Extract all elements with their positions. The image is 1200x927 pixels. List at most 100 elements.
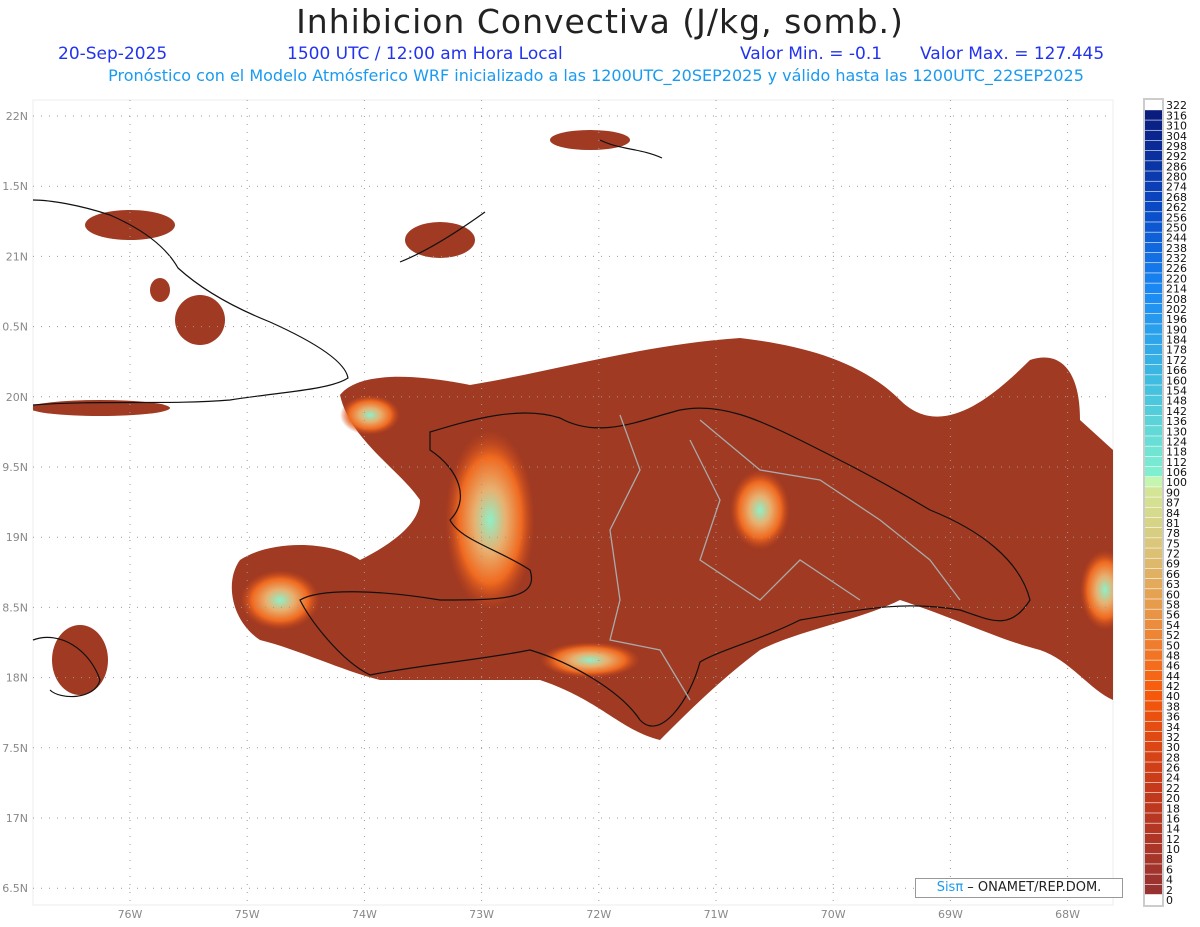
colorbar-cell — [1145, 364, 1162, 375]
colorbar-cell — [1145, 833, 1162, 844]
sis-logo: Sisπ — [936, 880, 964, 895]
lat-label: 22N — [6, 110, 28, 123]
colorbar-cell — [1145, 171, 1162, 181]
colorbar-cell — [1145, 874, 1162, 885]
colorbar-cell — [1145, 466, 1162, 477]
colorbar-cell — [1145, 568, 1162, 579]
lat-label: 17N — [6, 812, 28, 825]
colorbar-cell — [1145, 578, 1162, 589]
cin-map: 22N 1.5N 21N 0.5N 20N 9.5N 19N 8.5N 18N 7.5N 17N 6.… — [2, 98, 1187, 921]
max-value: Valor Max. = 127.445 — [920, 44, 1105, 64]
colorbar-cell — [1145, 222, 1162, 232]
colorbar-cell — [1145, 395, 1162, 406]
colorbar-cell — [1145, 120, 1162, 130]
colorbar: 3223163103042982922862802742682622562502… — [1143, 98, 1187, 907]
colorbar-cell — [1145, 731, 1162, 742]
colorbar-label: 0 — [1166, 894, 1173, 907]
lon-label: 69W — [938, 908, 963, 921]
lon-label: 74W — [352, 908, 377, 921]
colorbar-cell — [1145, 527, 1162, 538]
colorbar-cell — [1145, 293, 1162, 304]
colorbar-cell — [1145, 140, 1162, 151]
colorbar-cell — [1145, 191, 1162, 202]
colorbar-cell — [1145, 150, 1162, 161]
colorbar-cell — [1145, 813, 1162, 823]
lat-label: 0.5N — [2, 321, 28, 334]
colorbar-cell — [1145, 100, 1162, 110]
colorbar-cell — [1145, 334, 1162, 344]
colorbar-cell — [1145, 232, 1162, 243]
lat-label: 9.5N — [2, 461, 28, 474]
lon-label: 75W — [235, 908, 260, 921]
colorbar-cell — [1145, 538, 1162, 548]
colorbar-cell — [1145, 313, 1162, 324]
colorbar-cell — [1145, 609, 1162, 620]
colorbar-cell — [1145, 894, 1162, 905]
colorbar-cell — [1145, 772, 1162, 783]
forecast-time: 1500 UTC / 12:00 am Hora Local — [287, 44, 563, 64]
colorbar-cell — [1145, 721, 1162, 732]
lat-label: 19N — [6, 531, 28, 544]
colorbar-cell — [1145, 854, 1162, 864]
lat-label: 20N — [6, 391, 28, 404]
lat-label: 1.5N — [2, 180, 28, 193]
colorbar-cell — [1145, 446, 1162, 457]
colorbar-cell — [1145, 181, 1162, 192]
lon-label: 76W — [118, 908, 143, 921]
lat-label: 18N — [6, 672, 28, 685]
colorbar-cell — [1145, 782, 1162, 793]
colorbar-cell — [1145, 201, 1162, 212]
colorbar-cell — [1145, 415, 1162, 426]
colorbar-cell — [1145, 507, 1162, 518]
colorbar-cell — [1145, 497, 1162, 507]
colorbar-cell — [1145, 161, 1162, 171]
colorbar-cell — [1145, 517, 1162, 528]
colorbar-cell — [1145, 701, 1162, 711]
colorbar-cell — [1145, 691, 1162, 701]
credit-box: Sisπ – ONAMET/REP.DOM. — [915, 878, 1123, 898]
lat-label: 8.5N — [2, 601, 28, 614]
colorbar-cell — [1145, 619, 1162, 630]
lon-label: 71W — [704, 908, 729, 921]
colorbar-cell — [1145, 456, 1162, 467]
lon-label: 70W — [821, 908, 846, 921]
colorbar-cell — [1145, 212, 1162, 222]
colorbar-cell — [1145, 487, 1162, 497]
colorbar-cell — [1145, 640, 1162, 650]
credit-org: – ONAMET/REP.DOM. — [963, 880, 1102, 895]
colorbar-cell — [1145, 263, 1162, 273]
colorbar-cell — [1145, 375, 1162, 385]
colorbar-cell — [1145, 283, 1162, 294]
colorbar-cell — [1145, 599, 1162, 609]
colorbar-cell — [1145, 843, 1162, 854]
map-title: Inhibicion Convectiva (J/kg, somb.) — [296, 2, 904, 41]
lat-label: 21N — [6, 250, 28, 263]
colorbar-cell — [1145, 741, 1162, 752]
colorbar-cell — [1145, 864, 1162, 874]
colorbar-cell — [1145, 548, 1162, 558]
colorbar-cell — [1145, 324, 1162, 334]
colorbar-cell — [1145, 242, 1162, 253]
colorbar-cell — [1145, 558, 1162, 569]
lat-label: 7.5N — [2, 742, 28, 755]
colorbar-cell — [1145, 660, 1162, 671]
colorbar-cell — [1145, 650, 1162, 660]
colorbar-cell — [1145, 477, 1162, 487]
lon-label: 73W — [469, 908, 494, 921]
colorbar-cell — [1145, 884, 1162, 895]
colorbar-cell — [1145, 762, 1162, 772]
colorbar-cell — [1145, 303, 1162, 314]
colorbar-cell — [1145, 803, 1162, 813]
colorbar-cell — [1145, 426, 1162, 436]
model-subtitle: Pronóstico con el Modelo Atmósferico WRF… — [108, 66, 1084, 85]
colorbar-cell — [1145, 273, 1162, 283]
colorbar-cell — [1145, 792, 1162, 803]
colorbar-cell — [1145, 252, 1162, 263]
colorbar-cell — [1145, 110, 1162, 120]
colorbar-cell — [1145, 385, 1162, 395]
colorbar-cell — [1145, 405, 1162, 416]
colorbar-cell — [1145, 589, 1162, 599]
colorbar-cell — [1145, 711, 1162, 721]
colorbar-cell — [1145, 629, 1162, 640]
lat-label: 6.5N — [2, 882, 28, 895]
